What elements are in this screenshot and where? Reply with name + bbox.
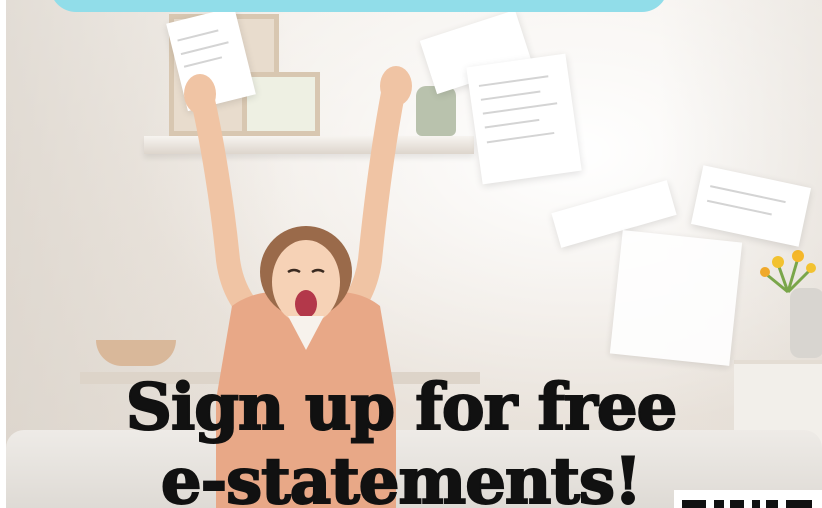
flying-paper	[466, 53, 582, 185]
flower-vase	[790, 288, 822, 358]
headline-line-1: Sign up for free	[125, 369, 679, 446]
flowers-icon	[760, 250, 816, 294]
promo-banner: Sign up for free e-statements!	[0, 0, 822, 508]
qr-code-icon	[674, 490, 822, 508]
flying-paper	[609, 230, 743, 366]
top-banner	[50, 0, 668, 12]
